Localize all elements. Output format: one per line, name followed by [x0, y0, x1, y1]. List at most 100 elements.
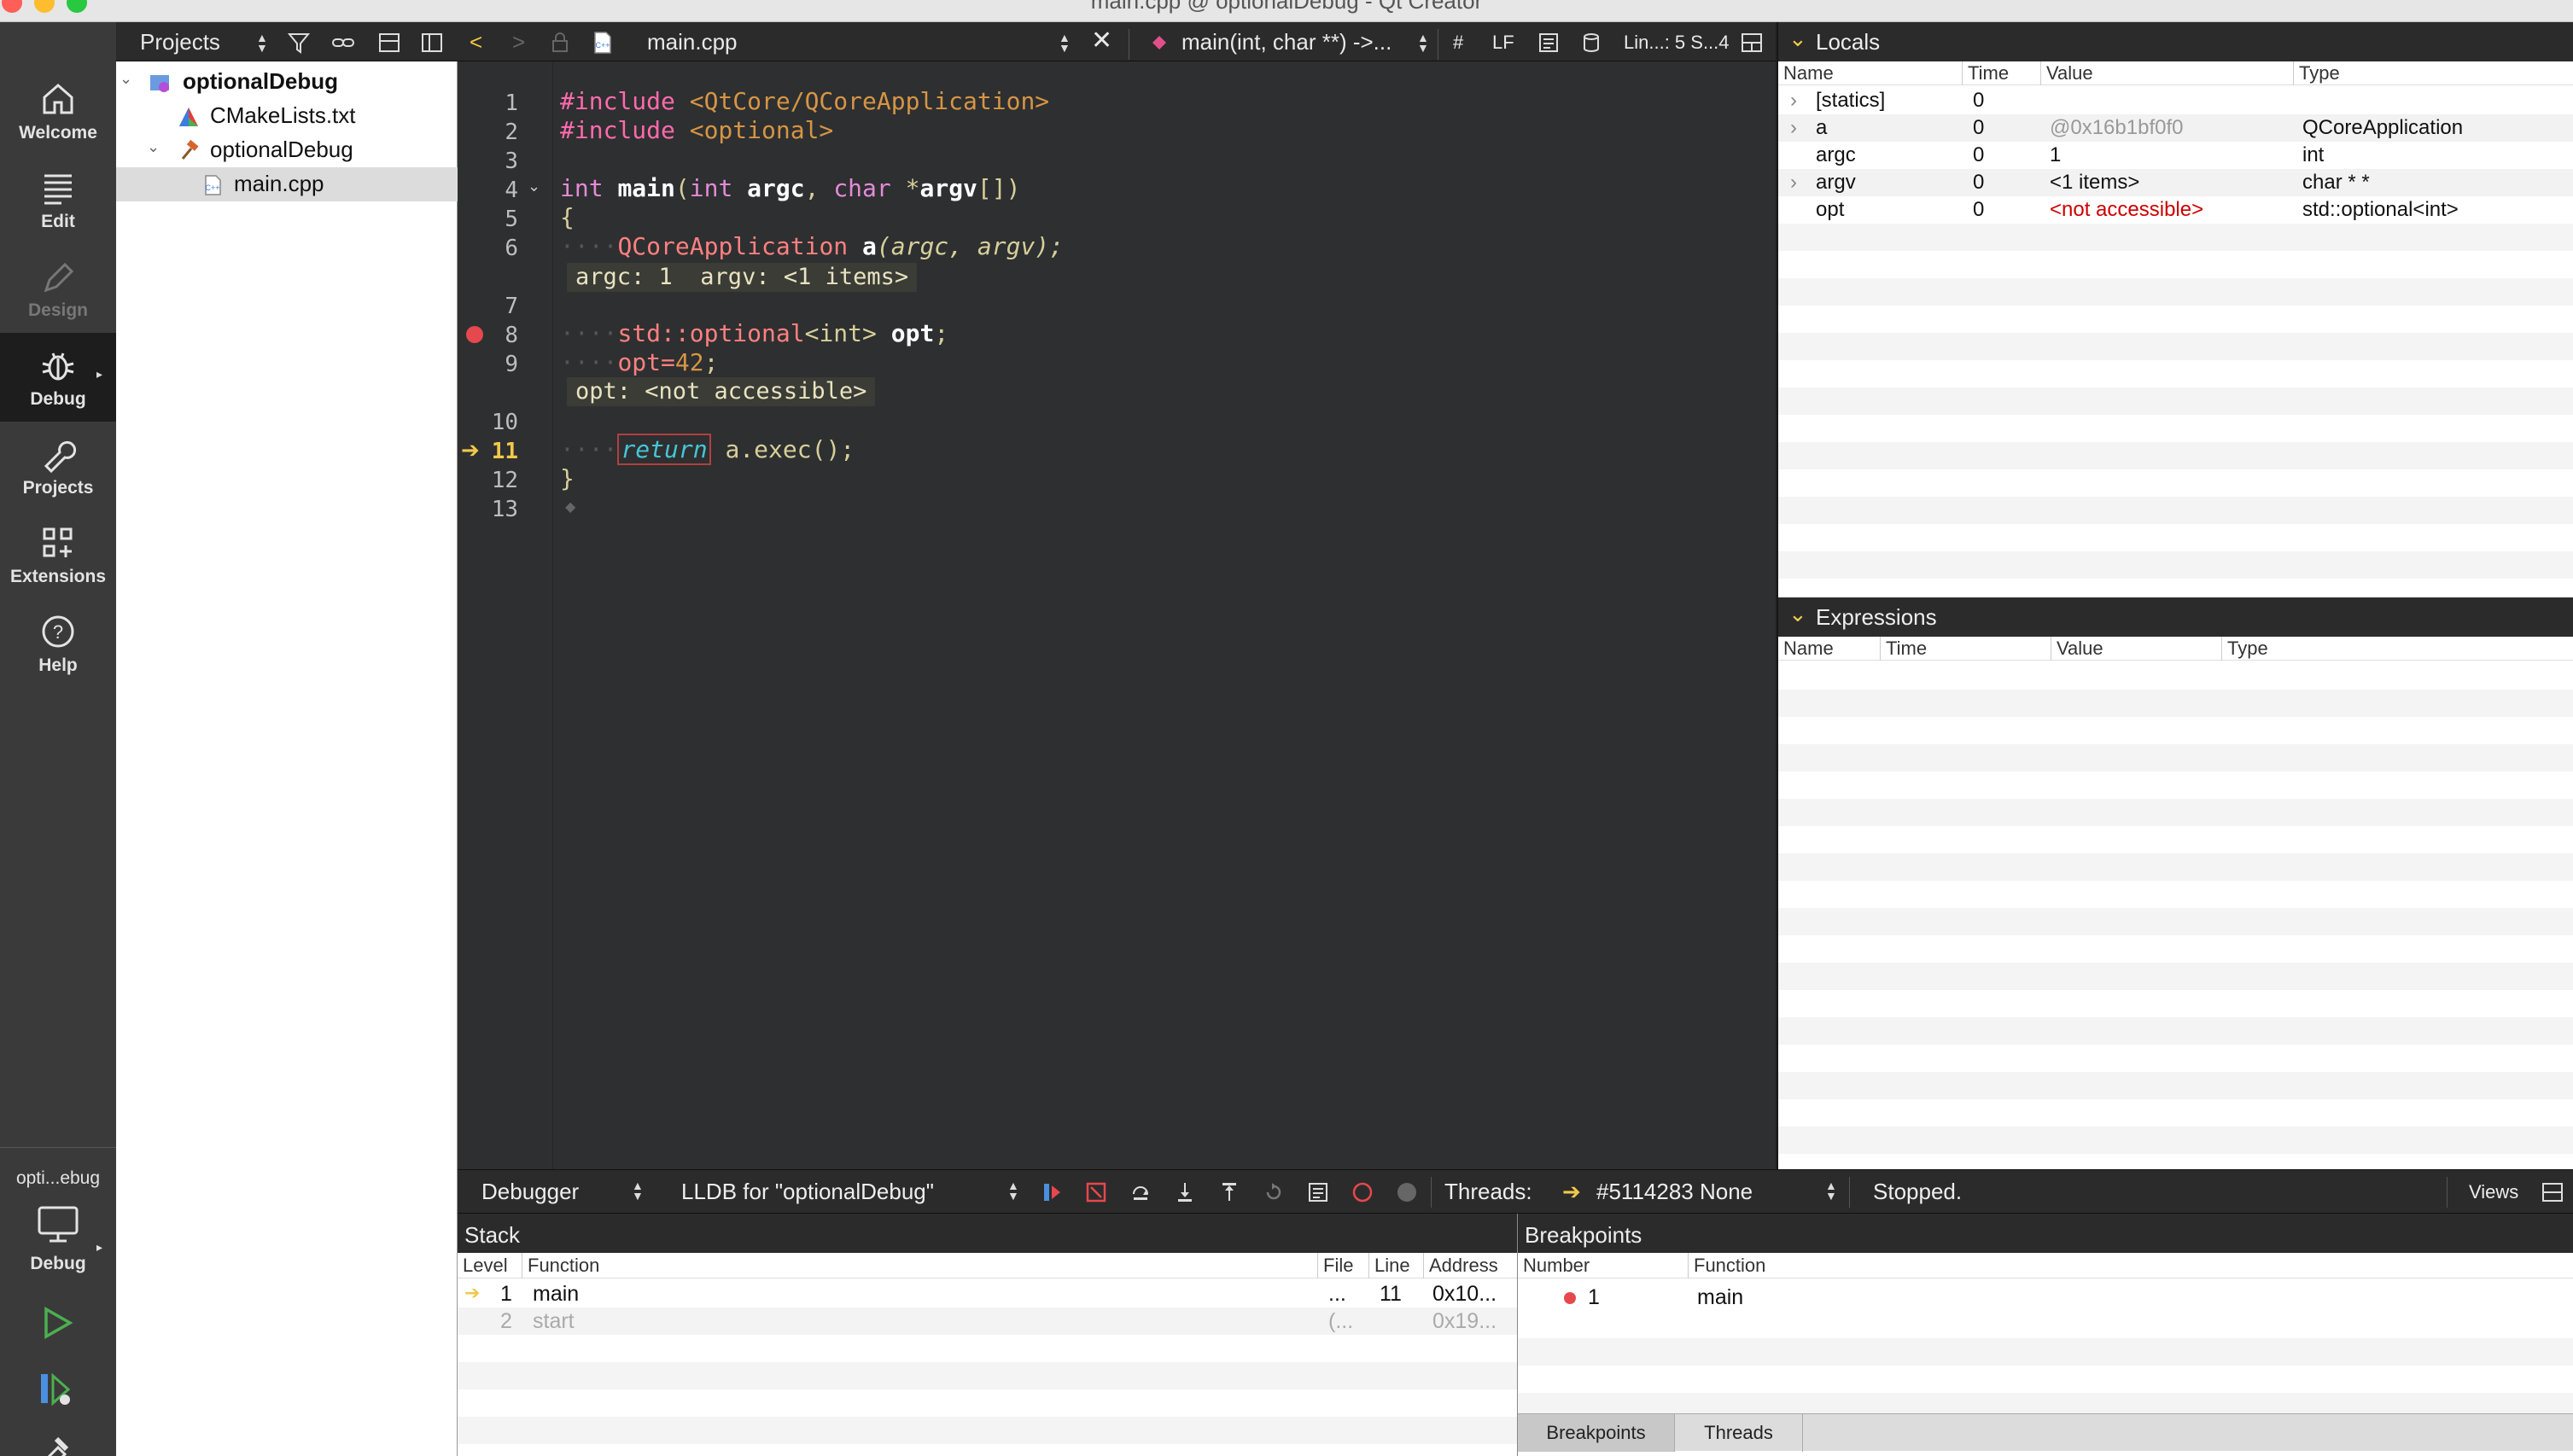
forward-arrow-icon[interactable]: >: [512, 29, 525, 55]
mode-debug[interactable]: Debug ▸: [0, 333, 116, 422]
stop-debugger-icon[interactable]: [1084, 1180, 1108, 1204]
tree-item-cmakelists[interactable]: CMakeLists.txt: [116, 99, 458, 133]
line-number: 2: [505, 119, 518, 145]
locals-row[interactable]: argc 0 1 int: [1778, 142, 2573, 169]
tree-item-target[interactable]: ⌄ optionalDebug: [116, 133, 458, 167]
step-over-icon[interactable]: [1129, 1180, 1152, 1204]
locals-row[interactable]: › [statics] 0: [1778, 87, 2573, 114]
split-editor-icon[interactable]: [1740, 31, 1764, 55]
locals-header[interactable]: ⌄ Locals: [1778, 22, 2573, 61]
views-button[interactable]: Views: [2469, 1181, 2518, 1203]
locals-row[interactable]: opt 0 <not accessible> std::optional<int…: [1778, 196, 2573, 224]
close-sidebar-icon[interactable]: [420, 31, 444, 55]
operate-by-instruction-icon[interactable]: [1306, 1180, 1330, 1204]
chevron-down-icon[interactable]: ⌄: [1788, 26, 1807, 52]
step-into-icon[interactable]: [1173, 1180, 1197, 1204]
column-header[interactable]: Function: [1689, 1253, 2573, 1278]
column-header[interactable]: Address: [1424, 1253, 1518, 1278]
breakpoint-marker-icon[interactable]: [466, 326, 483, 343]
hash-button[interactable]: #: [1453, 32, 1463, 54]
column-header[interactable]: Level: [458, 1253, 522, 1278]
stack-frame-row[interactable]: 2 start (... 0x19...: [458, 1307, 1517, 1335]
debug-value-tooltip[interactable]: argc: 1 argv: <1 items>: [567, 263, 918, 292]
close-document-icon[interactable]: ✕: [1091, 26, 1112, 55]
column-header[interactable]: Type: [2222, 637, 2573, 661]
line-ending-selector[interactable]: LF: [1492, 32, 1514, 54]
tree-item-main-cpp[interactable]: C++ main.cpp: [116, 167, 458, 201]
column-header[interactable]: Value: [2051, 637, 2222, 661]
debugger-perspective-selector[interactable]: Debugger: [481, 1179, 579, 1205]
mode-extensions[interactable]: Extensions: [0, 510, 116, 599]
chevron-down-icon[interactable]: ⌄: [147, 138, 160, 156]
lock-icon[interactable]: [548, 31, 572, 55]
continue-icon[interactable]: [1040, 1180, 1064, 1204]
build-button[interactable]: [36, 1430, 77, 1456]
code-editor[interactable]: #include <QtCore/QCoreApplication> #incl…: [553, 61, 1776, 1169]
chevron-right-icon[interactable]: ›: [1790, 89, 1797, 113]
symbol-selector[interactable]: main(int, char **) ->...: [1181, 29, 1392, 55]
mode-label: Help: [38, 655, 78, 675]
chevron-down-icon[interactable]: ⌄: [1788, 601, 1807, 627]
column-header[interactable]: Name: [1778, 61, 1963, 85]
column-header[interactable]: Number: [1518, 1253, 1689, 1278]
stack-frame-row[interactable]: ➔ 1 main ... 11 0x10...: [458, 1280, 1517, 1307]
line-number: 7: [505, 294, 518, 319]
tab-threads[interactable]: Threads: [1675, 1414, 1803, 1452]
local-value: <1 items>: [2050, 171, 2140, 194]
column-header[interactable]: File: [1318, 1253, 1369, 1278]
filter-icon[interactable]: [287, 31, 311, 55]
column-header[interactable]: Line: [1369, 1253, 1424, 1278]
home-icon: [43, 84, 73, 114]
debug-value-tooltip[interactable]: opt: <not accessible>: [567, 377, 876, 406]
breakpoint-row[interactable]: 1 main: [1518, 1284, 2573, 1311]
start-debugging-button[interactable]: [34, 1367, 79, 1412]
locals-row[interactable]: › a 0 @0x16b1bf0f0 QCoreApplication: [1778, 114, 2573, 142]
chevron-down-icon[interactable]: ⌄: [120, 70, 132, 88]
kit-selector[interactable]: opti...ebug Debug ▸: [0, 1147, 116, 1274]
encoding-icon[interactable]: [1537, 31, 1561, 55]
tab-breakpoints[interactable]: Breakpoints: [1518, 1414, 1675, 1452]
line-number: 9: [505, 352, 518, 377]
mode-edit[interactable]: Edit: [0, 155, 116, 244]
database-icon[interactable]: [1579, 31, 1603, 55]
tree-item-label: main.cpp: [234, 171, 324, 196]
column-header[interactable]: Function: [522, 1253, 1318, 1278]
chevron-updown-icon: ▲ ▼: [1059, 31, 1071, 55]
reverse-direction-icon[interactable]: [1395, 1180, 1419, 1204]
column-header[interactable]: Type: [2294, 61, 2573, 85]
debugger-engine-selector[interactable]: LLDB for "optionalDebug": [681, 1179, 934, 1205]
tree-item-project[interactable]: ⌄ optionalDebug: [116, 65, 458, 99]
edit-lines-icon: [44, 174, 72, 205]
mode-help[interactable]: ? Help: [0, 599, 116, 688]
record-icon[interactable]: [1351, 1180, 1374, 1204]
chevron-right-icon[interactable]: ›: [1790, 171, 1797, 195]
end-marker-icon: ◆: [565, 500, 576, 515]
expressions-header[interactable]: ⌄ Expressions: [1778, 597, 2573, 637]
mode-design[interactable]: Design: [0, 244, 116, 333]
mode-projects[interactable]: Projects: [0, 422, 116, 510]
column-header[interactable]: Time: [1963, 61, 2041, 85]
split-icon[interactable]: [377, 31, 401, 55]
line-number-gutter[interactable]: 1 2 3 4 ⌄ 5 6 7 8 9 10 ➔ 11 12 13: [458, 61, 553, 1169]
run-button[interactable]: [36, 1302, 77, 1343]
chevron-right-icon[interactable]: ›: [1790, 116, 1797, 140]
step-out-icon[interactable]: [1217, 1180, 1241, 1204]
link-icon[interactable]: [331, 31, 355, 55]
back-arrow-icon[interactable]: <: [470, 29, 482, 55]
locals-row[interactable]: › argv 0 <1 items> char * *: [1778, 169, 2573, 196]
fold-chevron-icon[interactable]: ⌄: [528, 178, 540, 195]
restart-icon[interactable]: [1262, 1180, 1286, 1204]
mode-welcome[interactable]: Welcome: [0, 67, 116, 155]
column-header[interactable]: Name: [1778, 637, 1881, 661]
open-document-selector[interactable]: main.cpp: [647, 29, 738, 55]
kit-expand-icon: ▸: [96, 1240, 102, 1254]
layout-icon[interactable]: [2541, 1180, 2564, 1204]
column-header[interactable]: Value: [2041, 61, 2294, 85]
thread-selector[interactable]: #5114283 None: [1596, 1179, 1753, 1205]
chevron-updown-icon: ▲ ▼: [1825, 1179, 1837, 1203]
debugger-status: Stopped.: [1873, 1179, 1963, 1204]
column-header[interactable]: Time: [1881, 637, 2051, 661]
frame-function: start: [533, 1309, 575, 1333]
project-view-selector[interactable]: Projects: [140, 29, 220, 55]
cursor-position[interactable]: Lin...: 5 S...4: [1624, 32, 1730, 54]
